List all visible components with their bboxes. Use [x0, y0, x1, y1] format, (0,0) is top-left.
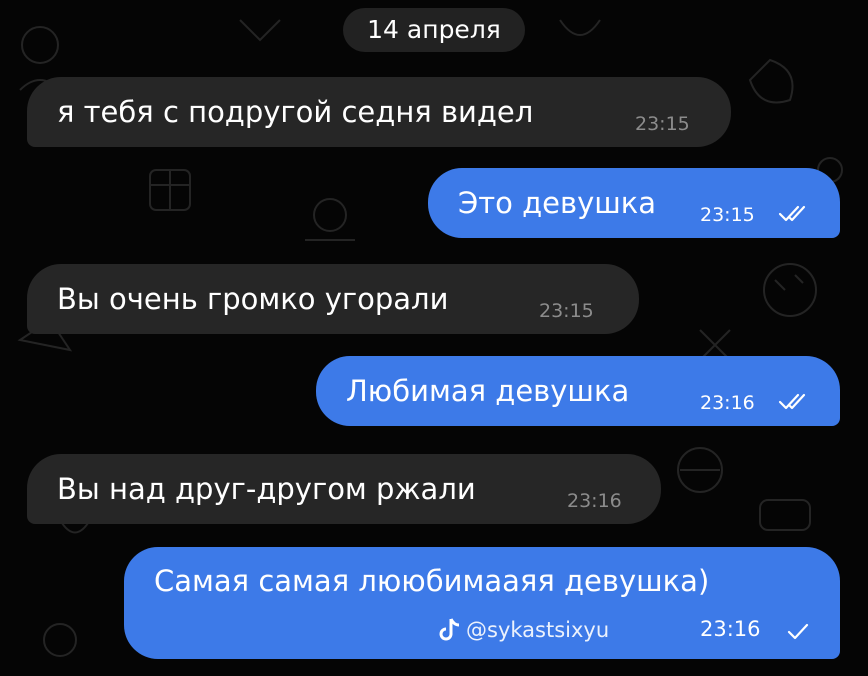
date-label: 14 апреля	[367, 15, 501, 44]
double-check-icon	[778, 393, 806, 410]
message-time: 23:15	[700, 204, 755, 226]
message-time: 23:15	[635, 113, 690, 135]
message-text: я тебя с подругой седня видел	[57, 95, 534, 129]
message-bubble-outgoing[interactable]: Любимая девушка 23:16	[316, 356, 840, 426]
message-text: Вы над друг-другом ржали	[57, 472, 476, 506]
tiktok-icon	[439, 618, 460, 641]
message-bubble-incoming[interactable]: Вы над друг-другом ржали 23:16	[27, 454, 661, 524]
message-time: 23:16	[700, 617, 761, 641]
message-bubble-outgoing[interactable]: Это девушка 23:15	[428, 168, 840, 238]
double-check-icon	[778, 205, 806, 222]
message-time: 23:16	[567, 490, 622, 512]
message-bubble-incoming[interactable]: я тебя с подругой седня видел 23:15	[27, 77, 731, 147]
message-text: Вы очень громко угорали	[57, 282, 449, 316]
tiktok-watermark: @sykastsixyu	[438, 616, 609, 644]
single-check-icon	[787, 623, 809, 640]
watermark-handle: @sykastsixyu	[466, 618, 610, 642]
message-time: 23:15	[539, 300, 594, 322]
message-text: Самая самая лююбимааяя девушка)	[154, 564, 710, 598]
message-bubble-incoming[interactable]: Вы очень громко угорали 23:15	[27, 264, 639, 334]
message-time: 23:16	[700, 392, 755, 414]
message-text: Любимая девушка	[346, 374, 630, 408]
date-separator: 14 апреля	[343, 8, 525, 52]
message-text: Это девушка	[458, 186, 657, 220]
